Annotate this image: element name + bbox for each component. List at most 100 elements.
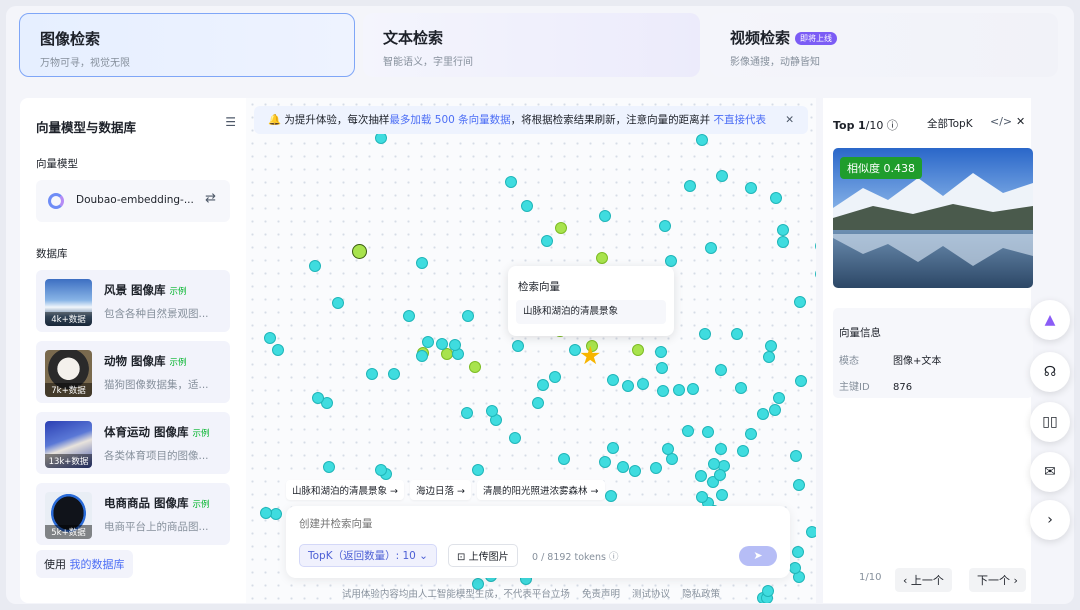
vector-point[interactable] <box>537 379 549 391</box>
suggestion-chip[interactable]: 清晨的阳光照进浓雾森林 → <box>477 480 605 500</box>
vector-point[interactable] <box>416 257 428 269</box>
selected-vector-point[interactable] <box>352 244 367 259</box>
vector-point[interactable] <box>607 442 619 454</box>
vector-point[interactable] <box>264 332 276 344</box>
vector-point[interactable] <box>486 405 498 417</box>
vector-point[interactable] <box>655 346 667 358</box>
vector-point[interactable] <box>705 242 717 254</box>
vector-point[interactable] <box>695 470 707 482</box>
my-database-link[interactable]: 我的数据库 <box>70 558 125 571</box>
vector-point[interactable] <box>789 562 801 574</box>
matched-vector-point[interactable] <box>469 361 481 373</box>
vector-point[interactable] <box>599 456 611 468</box>
vector-point[interactable] <box>549 371 561 383</box>
use-my-database-button[interactable]: 使用 我的数据库 <box>36 550 133 578</box>
vector-point[interactable] <box>509 432 521 444</box>
vector-point[interactable] <box>332 297 344 309</box>
tab-video-search[interactable]: 视频检索 即将上线 影像通搜，动静皆知 <box>710 13 1058 77</box>
vector-point[interactable] <box>793 479 805 491</box>
vector-point[interactable] <box>558 453 570 465</box>
vector-point[interactable] <box>765 340 777 352</box>
vector-point[interactable] <box>260 507 272 519</box>
vector-point[interactable] <box>806 526 816 538</box>
vector-point[interactable] <box>388 368 400 380</box>
vector-point[interactable] <box>272 344 284 356</box>
vector-point[interactable] <box>622 380 634 392</box>
docs-book-icon[interactable]: ▯▯ <box>1030 402 1070 442</box>
vector-point[interactable] <box>629 465 641 477</box>
vector-point[interactable] <box>375 464 387 476</box>
vector-point[interactable] <box>770 192 782 204</box>
vector-point[interactable] <box>449 339 461 351</box>
footer-link-terms[interactable]: 测试协议 <box>632 589 670 600</box>
vector-point[interactable] <box>617 461 629 473</box>
support-headset-icon[interactable]: ☊ <box>1030 352 1070 392</box>
model-selector[interactable]: Doubao-embedding-... ⇄ <box>36 180 230 222</box>
footer-link-disclaimer[interactable]: 免责声明 <box>582 589 620 600</box>
vector-point[interactable] <box>716 170 728 182</box>
vector-point[interactable] <box>659 220 671 232</box>
matched-vector-point[interactable] <box>555 222 567 234</box>
vector-point[interactable] <box>699 328 711 340</box>
db-card-animals[interactable]: 7k+数据 动物 图像库 示例 猫狗图像数据集，适... <box>36 341 230 403</box>
collapse-sidebar-icon[interactable]: ☰ <box>225 115 236 129</box>
vector-point[interactable] <box>702 426 714 438</box>
vector-point[interactable] <box>731 328 743 340</box>
db-card-sports[interactable]: 13k+数据 体育运动 图像库 示例 各类体育项目的图像... <box>36 412 230 474</box>
vector-point[interactable] <box>461 407 473 419</box>
vector-point[interactable] <box>462 310 474 322</box>
upload-image-button[interactable]: ⊡ 上传图片 <box>448 544 518 567</box>
vector-point[interactable] <box>436 338 448 350</box>
topk-select[interactable]: TopK（返回数量）: 10 ⌄ <box>299 544 437 567</box>
footer-link-privacy[interactable]: 隐私政策 <box>682 589 720 600</box>
vector-point[interactable] <box>684 180 696 192</box>
vector-scatter-canvas[interactable]: 🔔 为提升体验，每次抽样最多加载 500 条向量数据，将根据检索结果刷新，注意向… <box>246 98 816 603</box>
vector-point[interactable] <box>815 240 816 252</box>
vector-point[interactable] <box>737 445 749 457</box>
vector-point[interactable] <box>687 383 699 395</box>
vector-point[interactable] <box>512 340 524 352</box>
vector-point[interactable] <box>312 392 324 404</box>
vector-point[interactable] <box>763 351 775 363</box>
notice-link[interactable]: 不直接代表 <box>713 114 766 126</box>
suggestion-chip[interactable]: 山脉和湖泊的清晨景象 → <box>286 480 404 500</box>
vector-point[interactable] <box>521 200 533 212</box>
vector-point[interactable] <box>403 310 415 322</box>
query-input[interactable] <box>299 518 759 530</box>
vector-point[interactable] <box>815 268 816 280</box>
vector-point[interactable] <box>795 375 807 387</box>
query-vector-star-icon[interactable]: ★ <box>579 343 601 368</box>
close-notice-icon[interactable]: ✕ <box>785 106 794 134</box>
vector-point[interactable] <box>792 546 804 558</box>
vector-point[interactable] <box>745 428 757 440</box>
tab-image-search[interactable]: 图像检索 万物可寻，视觉无限 <box>19 13 355 77</box>
result-image[interactable]: 相似度 0.438 <box>833 148 1033 288</box>
tab-text-search[interactable]: 文本检索 智能语义，字里行间 <box>363 13 700 77</box>
vector-point[interactable] <box>656 362 668 374</box>
vector-point[interactable] <box>794 296 806 308</box>
vector-point[interactable] <box>472 464 484 476</box>
suggestion-chip[interactable]: 海边日落 → <box>410 480 471 500</box>
expand-chevron-right-icon[interactable]: › <box>1030 500 1070 540</box>
vector-point[interactable] <box>716 489 728 501</box>
vector-point[interactable] <box>599 210 611 222</box>
vector-point[interactable] <box>790 450 802 462</box>
vector-point[interactable] <box>715 364 727 376</box>
vector-point[interactable] <box>366 368 378 380</box>
vector-point[interactable] <box>650 462 662 474</box>
switch-icon[interactable]: ⇄ <box>205 191 216 206</box>
vector-point[interactable] <box>532 397 544 409</box>
send-button[interactable]: ➤ <box>739 546 777 566</box>
vector-point[interactable] <box>735 382 747 394</box>
db-card-ecommerce[interactable]: 5k+数据 电商商品 图像库 示例 电商平台上的商品图... <box>36 483 230 545</box>
vector-point[interactable] <box>607 374 619 386</box>
vector-point[interactable] <box>309 260 321 272</box>
code-icon[interactable]: </> <box>990 115 1012 128</box>
vector-point[interactable] <box>416 350 428 362</box>
vector-point[interactable] <box>708 458 720 470</box>
all-topk-button[interactable]: 全部TopK <box>927 116 973 131</box>
next-button[interactable]: 下一个 › <box>969 568 1026 592</box>
vector-point[interactable] <box>682 425 694 437</box>
close-panel-icon[interactable]: ✕ <box>1016 115 1025 128</box>
feedback-icon[interactable]: ✉ <box>1030 452 1070 492</box>
